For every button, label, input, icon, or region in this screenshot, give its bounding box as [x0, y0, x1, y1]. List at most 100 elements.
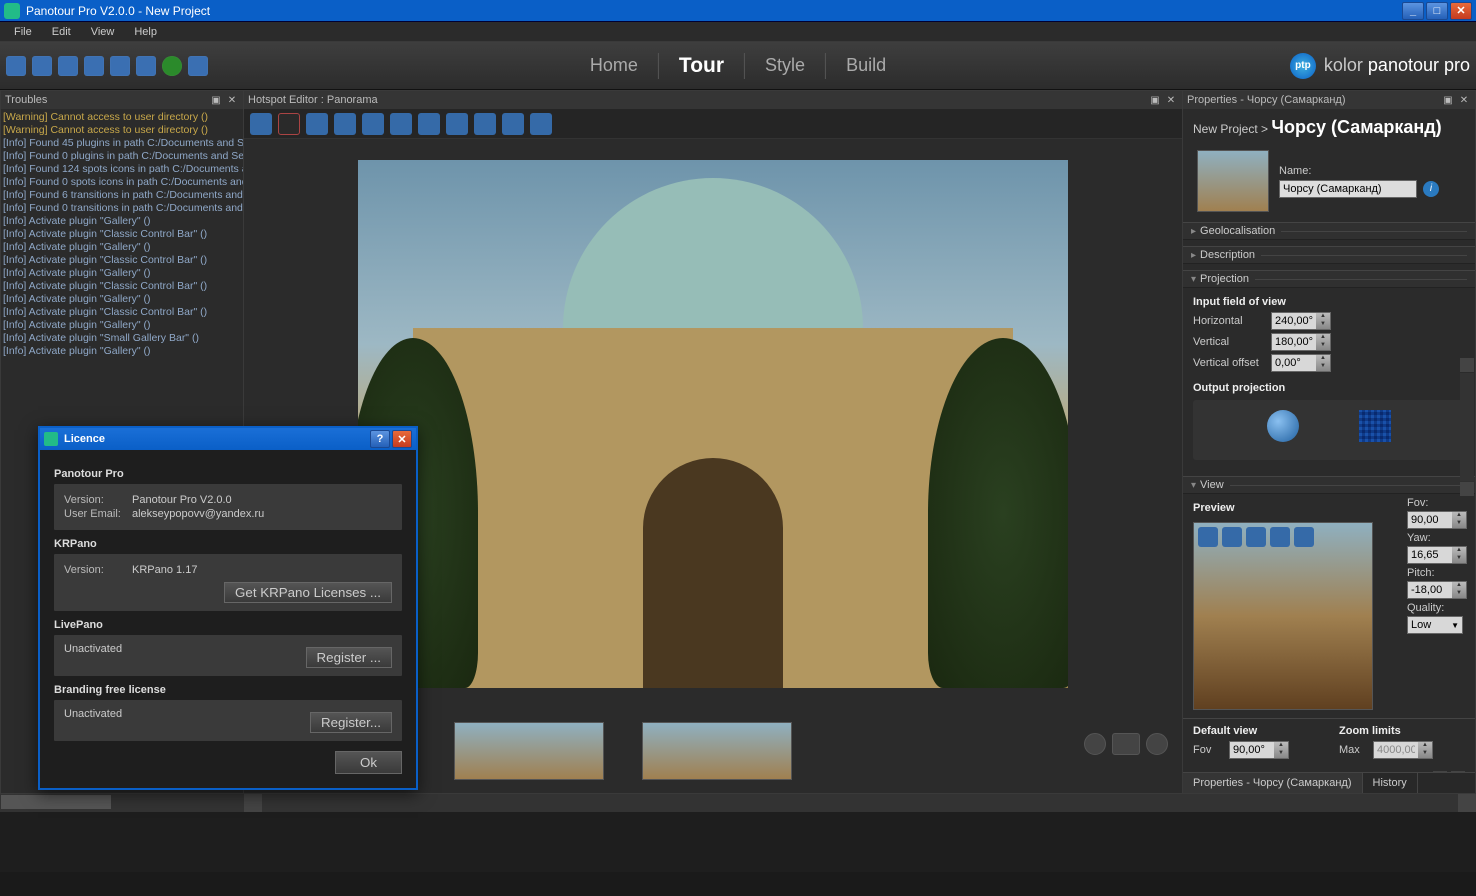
add-polygon-hotspot-icon[interactable]: [362, 113, 384, 135]
livepano-register-button[interactable]: Register ...: [306, 647, 392, 668]
editor-undock-icon[interactable]: ▣: [1148, 93, 1162, 107]
settings-icon[interactable]: [136, 56, 156, 76]
add-image-icon[interactable]: [502, 113, 524, 135]
section-view[interactable]: View: [1183, 476, 1475, 494]
panorama-thumb[interactable]: [1197, 150, 1269, 212]
main-toolbar: Home Tour Style Build ptp kolor panotour…: [0, 42, 1476, 90]
close-button[interactable]: ✕: [1450, 2, 1472, 20]
menu-file[interactable]: File: [4, 24, 42, 40]
preview-viewport[interactable]: [1193, 522, 1373, 710]
preview-tool-4-icon[interactable]: [1270, 527, 1290, 547]
quality-select[interactable]: Low▼: [1407, 616, 1463, 634]
link-tool-icon[interactable]: [418, 113, 440, 135]
troubles-undock-icon[interactable]: ▣: [209, 93, 223, 107]
add-point-hotspot-icon[interactable]: [334, 113, 356, 135]
breadcrumb-project[interactable]: New Project: [1193, 122, 1258, 136]
editor-hscroll[interactable]: [262, 794, 1458, 812]
tab-history[interactable]: History: [1363, 773, 1418, 793]
tab-build[interactable]: Build: [840, 53, 892, 78]
menu-view[interactable]: View: [81, 24, 125, 40]
menu-bar: File Edit View Help: [0, 22, 1476, 42]
thumb-zoom-out-icon[interactable]: [1084, 733, 1106, 755]
tab-properties[interactable]: Properties - Чорсу (Самарканд): [1183, 773, 1363, 793]
props-undock-icon[interactable]: ▣: [1441, 93, 1455, 107]
preview-tool-3-icon[interactable]: [1246, 527, 1266, 547]
editor-close-icon[interactable]: ✕: [1164, 93, 1178, 107]
hscroll-left-icon[interactable]: [244, 794, 262, 812]
kr-version-key: Version:: [64, 564, 124, 576]
tab-tour[interactable]: Tour: [673, 52, 730, 80]
log-line: [Info] Activate plugin "Classic Control …: [3, 228, 241, 241]
troubles-hscroll[interactable]: [0, 794, 244, 812]
panorama-image[interactable]: [358, 160, 1068, 688]
get-krpano-licenses-button[interactable]: Get KRPano Licenses ...: [224, 582, 392, 603]
add-hotspot-icon[interactable]: [306, 113, 328, 135]
maximize-button[interactable]: □: [1426, 2, 1448, 20]
defview-right-icon[interactable]: [1451, 771, 1465, 772]
version-value: Panotour Pro V2.0.0: [132, 494, 232, 506]
flat-projection-icon[interactable]: [1359, 410, 1391, 442]
horizontal-fov-input[interactable]: ▲▼: [1271, 312, 1331, 330]
licence-close-button[interactable]: ✕: [392, 430, 412, 448]
licence-sec-branding: Branding free license: [54, 684, 402, 696]
props-close-icon[interactable]: ✕: [1457, 93, 1471, 107]
zmax-label: Max: [1339, 744, 1367, 756]
fov-input[interactable]: ▲▼: [1407, 511, 1467, 529]
section-projection[interactable]: Projection: [1183, 270, 1475, 288]
preview-tool-1-icon[interactable]: [1198, 527, 1218, 547]
troubles-close-icon[interactable]: ✕: [225, 93, 239, 107]
log-line: [Info] Activate plugin "Classic Control …: [3, 254, 241, 267]
spherical-projection-icon[interactable]: [1267, 410, 1299, 442]
preview-tool-5-icon[interactable]: [1294, 527, 1314, 547]
pitch-input[interactable]: ▲▼: [1407, 581, 1467, 599]
tab-home[interactable]: Home: [584, 53, 644, 78]
licence-ok-button[interactable]: Ok: [335, 751, 402, 774]
thumb-fit-icon[interactable]: [1112, 733, 1140, 755]
info-icon[interactable]: i: [1423, 181, 1439, 197]
minimize-button[interactable]: _: [1402, 2, 1424, 20]
props-scrollbar[interactable]: [1459, 357, 1475, 497]
set-view-icon[interactable]: [474, 113, 496, 135]
menu-help[interactable]: Help: [124, 24, 167, 40]
thumbnail-3[interactable]: [642, 722, 792, 780]
hscroll-right-icon[interactable]: [1458, 794, 1476, 812]
log-line: [Warning] Cannot access to user director…: [3, 124, 241, 137]
marquee-tool-icon[interactable]: [278, 113, 300, 135]
vertical-fov-input[interactable]: ▲▼: [1271, 333, 1331, 351]
brand-prefix: kolor: [1324, 55, 1368, 75]
branding-register-button[interactable]: Register...: [310, 712, 392, 733]
tab-style[interactable]: Style: [759, 53, 811, 78]
yaw-label: Yaw:: [1407, 532, 1431, 544]
redo-icon[interactable]: [110, 56, 130, 76]
log-line: [Info] Found 0 transitions in path C:/Do…: [3, 202, 241, 215]
defview-left-icon[interactable]: [1433, 771, 1447, 772]
set-north-icon[interactable]: [446, 113, 468, 135]
select-tool-icon[interactable]: [250, 113, 272, 135]
section-geolocalisation[interactable]: Geolocalisation: [1183, 222, 1475, 240]
undo-icon[interactable]: [84, 56, 104, 76]
preview-tool-2-icon[interactable]: [1222, 527, 1242, 547]
licence-help-button[interactable]: ?: [370, 430, 390, 448]
menu-edit[interactable]: Edit: [42, 24, 81, 40]
zoom-max-input[interactable]: ▲▼: [1373, 741, 1433, 759]
licence-dialog-icon: [44, 432, 58, 446]
section-description[interactable]: Description: [1183, 246, 1475, 264]
preview-browser-icon[interactable]: [188, 56, 208, 76]
build-run-icon[interactable]: [162, 56, 182, 76]
new-project-icon[interactable]: [6, 56, 26, 76]
thumbnail-2[interactable]: [454, 722, 604, 780]
pitch-label: Pitch:: [1407, 567, 1435, 579]
yaw-input[interactable]: ▲▼: [1407, 546, 1467, 564]
thumb-zoom-in-icon[interactable]: [1146, 733, 1168, 755]
zoom-tool-icon[interactable]: [390, 113, 412, 135]
livepano-status: Unactivated: [64, 643, 122, 655]
default-fov-input[interactable]: ▲▼: [1229, 741, 1289, 759]
name-input[interactable]: [1279, 180, 1417, 198]
save-icon[interactable]: [32, 56, 52, 76]
kr-version-value: KRPano 1.17: [132, 564, 197, 576]
add-group-icon[interactable]: [530, 113, 552, 135]
add-panorama-icon[interactable]: [58, 56, 78, 76]
zoom-limits-label: Zoom limits: [1339, 725, 1465, 737]
vertical-offset-input[interactable]: ▲▼: [1271, 354, 1331, 372]
name-label: Name:: [1279, 165, 1351, 177]
